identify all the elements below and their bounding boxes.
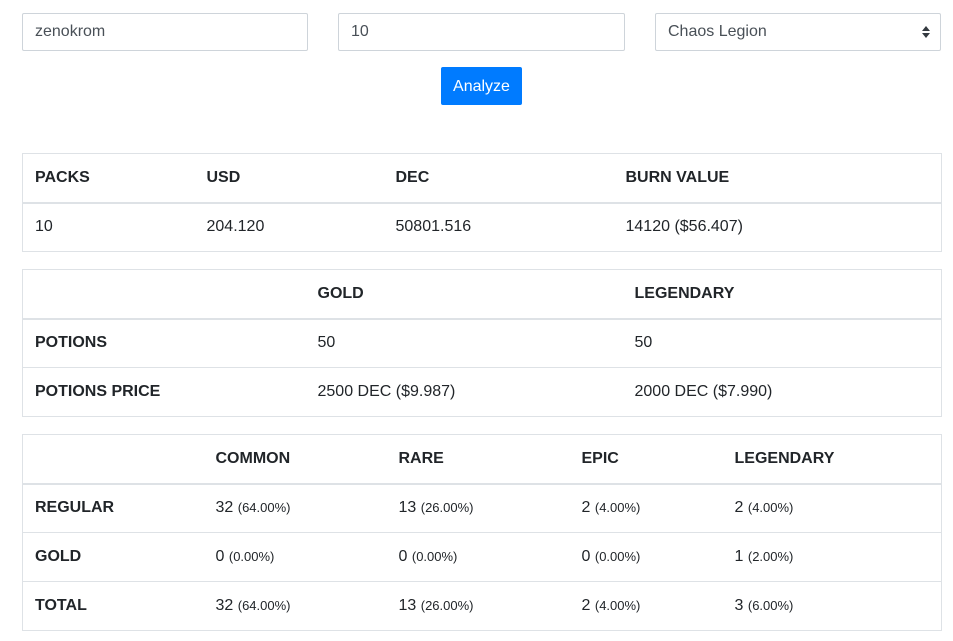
row-label: POTIONS: [22, 318, 306, 368]
card-count: 32: [215, 597, 234, 614]
card-count: 0: [581, 548, 591, 565]
select-arrows-icon: [922, 26, 930, 38]
table-header-row: GOLD LEGENDARY: [22, 269, 942, 320]
rarity-table: COMMON RARE EPIC LEGENDARY REGULAR 32 (6…: [22, 434, 942, 631]
card-percent: (4.00%): [594, 500, 641, 516]
card-percent: (26.00%): [420, 598, 474, 613]
edition-select-value: Chaos Legion: [668, 23, 767, 40]
table-cell: 13 (26.00%): [386, 581, 570, 631]
table-cell: 13 (26.00%): [386, 483, 570, 533]
username-input[interactable]: zenokrom: [22, 13, 308, 51]
table-row: POTIONS PRICE 2500 DEC ($9.987) 2000 DEC…: [22, 367, 942, 417]
row-label: REGULAR: [22, 483, 204, 533]
table-cell: 0 (0.00%): [569, 532, 723, 582]
table-cell: 2 (4.00%): [569, 483, 723, 533]
card-percent: (26.00%): [420, 500, 474, 516]
card-count: 3: [734, 597, 744, 614]
card-percent: (64.00%): [237, 598, 291, 613]
card-count: 1: [734, 548, 744, 565]
table-header-row: PACKS USD DEC BURN VALUE: [22, 153, 942, 204]
card-percent: (6.00%): [747, 598, 794, 613]
column-header: [22, 434, 204, 485]
table-cell: 0 (0.00%): [203, 532, 387, 582]
card-percent: (0.00%): [411, 549, 458, 564]
card-percent: (4.00%): [594, 598, 641, 613]
column-header: [22, 269, 306, 320]
table-cell: 50: [622, 318, 942, 368]
table-cell: 2500 DEC ($9.987): [305, 367, 623, 417]
table-cell: 2 (4.00%): [722, 483, 942, 533]
summary-table: PACKS USD DEC BURN VALUE 10 204.120 5080…: [22, 153, 942, 252]
packs-input[interactable]: 10: [338, 13, 625, 51]
column-header: DEC: [383, 153, 614, 204]
row-label: TOTAL: [22, 581, 204, 631]
analyze-button[interactable]: Analyze: [441, 67, 522, 105]
table-cell: 2000 DEC ($7.990): [622, 367, 942, 417]
column-header: BURN VALUE: [613, 153, 942, 204]
column-header: RARE: [386, 434, 570, 485]
packs-input-value: 10: [351, 23, 369, 40]
column-header: GOLD: [305, 269, 623, 320]
table-cell: 1 (2.00%): [722, 532, 942, 582]
card-count: 0: [398, 548, 408, 565]
table-cell: 50: [305, 318, 623, 368]
column-header: LEGENDARY: [622, 269, 942, 320]
table-header-row: COMMON RARE EPIC LEGENDARY: [22, 434, 942, 485]
table-cell: 204.120: [194, 202, 384, 252]
table-cell: 10: [22, 202, 195, 252]
table-row: 10 204.120 50801.516 14120 ($56.407): [22, 202, 942, 252]
card-count: 2: [581, 499, 591, 517]
table-cell: 50801.516: [383, 202, 614, 252]
card-percent: (64.00%): [237, 500, 291, 516]
card-count: 2: [734, 499, 744, 517]
username-input-value: zenokrom: [35, 23, 106, 40]
table-cell: 3 (6.00%): [722, 581, 942, 631]
card-count: 13: [398, 499, 417, 517]
row-label: GOLD: [22, 532, 204, 582]
table-row: TOTAL 32 (64.00%) 13 (26.00%) 2 (4.00%) …: [22, 581, 942, 631]
card-count: 32: [215, 499, 234, 517]
column-header: COMMON: [203, 434, 387, 485]
card-percent: (4.00%): [747, 500, 794, 516]
card-count: 13: [398, 597, 417, 614]
row-label: POTIONS PRICE: [22, 367, 306, 417]
card-percent: (0.00%): [228, 549, 275, 564]
table-cell: 0 (0.00%): [386, 532, 570, 582]
column-header: LEGENDARY: [722, 434, 942, 485]
table-cell: 2 (4.00%): [569, 581, 723, 631]
table-cell: 32 (64.00%): [203, 483, 387, 533]
table-cell: 14120 ($56.407): [613, 202, 942, 252]
table-row: REGULAR 32 (64.00%) 13 (26.00%) 2 (4.00%…: [22, 483, 942, 533]
card-count: 0: [215, 548, 225, 565]
potions-table: GOLD LEGENDARY POTIONS 50 50 POTIONS PRI…: [22, 269, 942, 417]
card-count: 2: [581, 597, 591, 614]
column-header: USD: [194, 153, 384, 204]
table-row: GOLD 0 (0.00%) 0 (0.00%) 0 (0.00%) 1 (2.…: [22, 532, 942, 582]
column-header: EPIC: [569, 434, 723, 485]
card-percent: (2.00%): [747, 549, 794, 564]
table-cell: 32 (64.00%): [203, 581, 387, 631]
table-row: POTIONS 50 50: [22, 318, 942, 368]
edition-select[interactable]: Chaos Legion: [655, 13, 941, 51]
column-header: PACKS: [22, 153, 195, 204]
card-percent: (0.00%): [594, 549, 641, 564]
